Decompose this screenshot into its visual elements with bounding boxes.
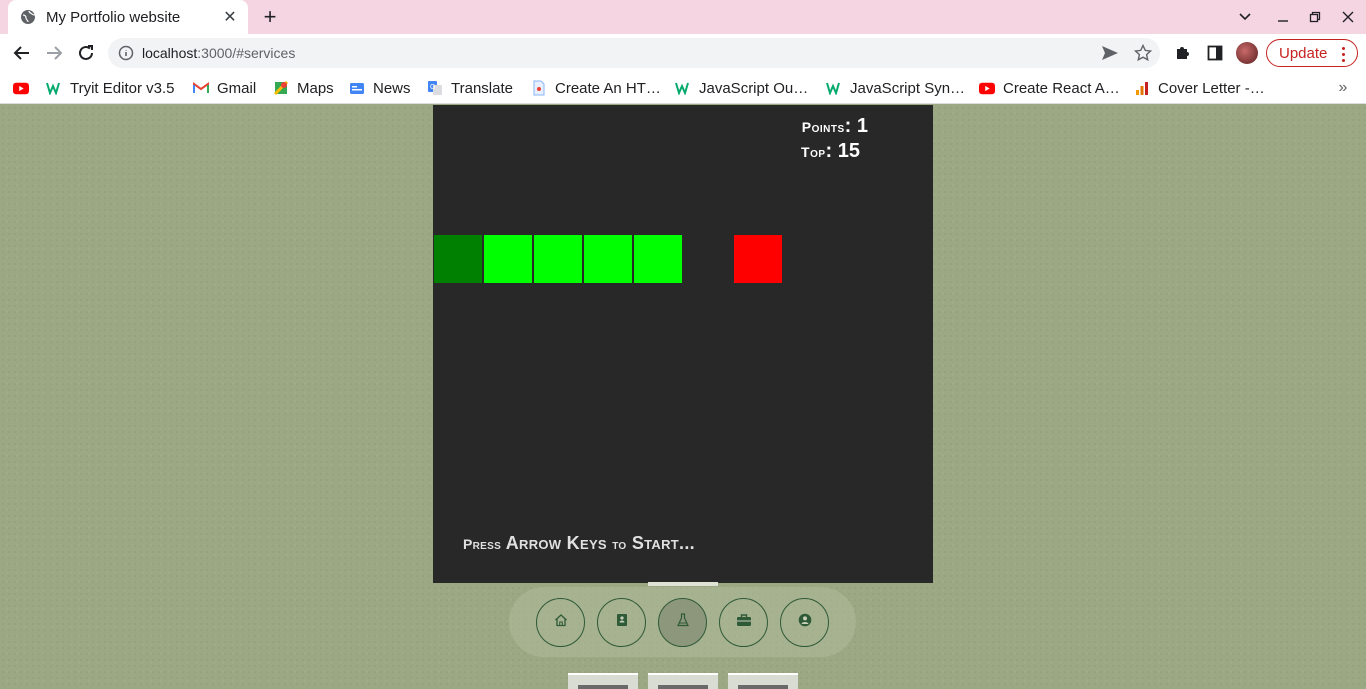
profile-avatar[interactable]	[1236, 42, 1258, 64]
snake-body-segment	[534, 235, 582, 283]
flask-icon	[676, 613, 690, 632]
close-window-button[interactable]	[1332, 0, 1364, 34]
w3schools-icon	[675, 80, 691, 96]
top-score-display: Top: 15	[801, 140, 860, 162]
bookmark-javascript-output[interactable]: JavaScript Ou…	[675, 77, 808, 99]
globe-icon	[20, 9, 36, 25]
bookmark-translate[interactable]: G Translate	[427, 77, 513, 99]
snake-body-segment	[484, 235, 532, 283]
bookmark-label: Create React A…	[1003, 79, 1120, 97]
bookmark-label: JavaScript Ou…	[699, 79, 809, 97]
snake-game-board[interactable]: Points: 1 Top: 15 Press Arrow Keys to St…	[433, 105, 933, 583]
nav-home-button[interactable]	[536, 598, 585, 647]
bookmark-maps[interactable]: Maps	[273, 77, 334, 99]
url-path: :3000/#services	[197, 45, 296, 61]
service-card-stub	[568, 673, 638, 689]
snake-head	[434, 235, 482, 283]
back-button[interactable]	[7, 38, 37, 68]
side-panel-icon[interactable]	[1200, 38, 1230, 68]
bookmark-label: Maps	[297, 79, 334, 97]
points-display: Points: 1	[801, 115, 868, 137]
chevron-down-icon[interactable]	[1229, 0, 1261, 34]
gmail-icon	[193, 80, 209, 96]
service-card-stub	[728, 673, 798, 689]
send-icon[interactable]	[1100, 43, 1120, 63]
youtube-icon	[979, 80, 995, 96]
restore-window-button[interactable]	[1299, 0, 1331, 34]
info-icon[interactable]	[118, 45, 134, 61]
svg-text:G: G	[430, 84, 435, 91]
top-label: Top	[801, 144, 826, 160]
bottom-nav	[509, 587, 856, 657]
nav-services-button[interactable]	[658, 598, 707, 647]
top-value: 15	[837, 140, 860, 162]
active-section-indicator	[648, 582, 718, 586]
bookmark-label: Tryit Editor v3.5	[70, 79, 175, 97]
start-instruction: Press Arrow Keys to Start...	[463, 533, 695, 554]
page-icon	[531, 80, 547, 96]
briefcase-icon	[736, 613, 752, 632]
nav-portfolio-button[interactable]	[719, 598, 768, 647]
star-icon[interactable]	[1133, 43, 1153, 63]
reload-button[interactable]	[71, 38, 101, 68]
w3schools-icon	[826, 80, 842, 96]
bookmark-label: Create An HT…	[555, 79, 661, 97]
news-icon	[349, 80, 365, 96]
press-word: Press	[463, 536, 502, 552]
arrow-keys-word: Arrow Keys	[505, 533, 607, 553]
url-host: localhost	[142, 45, 198, 61]
update-label: Update	[1279, 44, 1328, 62]
forward-button[interactable]	[39, 38, 69, 68]
bookmark-cover-letter[interactable]: Cover Letter -…	[1134, 77, 1265, 99]
snake-body-segment	[584, 235, 632, 283]
browser-tab-strip: My Portfolio website ✕ +	[0, 0, 1366, 34]
update-button[interactable]: Update	[1266, 39, 1358, 67]
browser-toolbar: localhost:3000/#services Update	[0, 34, 1366, 72]
start-word: Start...	[631, 533, 695, 553]
maps-icon	[273, 80, 289, 96]
bookmark-create-react-app[interactable]: Create React A…	[979, 77, 1120, 99]
points-value: 1	[856, 115, 868, 137]
extensions-puzzle-icon[interactable]	[1168, 38, 1198, 68]
youtube-icon	[13, 80, 29, 96]
bookmark-tryit-editor[interactable]: Tryit Editor v3.5	[46, 77, 174, 99]
w3schools-icon	[46, 80, 62, 96]
portfolio-page: Points: 1 Top: 15 Press Arrow Keys to St…	[0, 105, 1366, 689]
close-tab-icon[interactable]: ✕	[222, 9, 238, 26]
service-card-stub	[648, 673, 718, 689]
user-circle-icon	[798, 613, 812, 632]
bookmark-label: News	[373, 79, 411, 97]
to-word: to	[612, 536, 627, 552]
address-bar[interactable]: localhost:3000/#services	[108, 38, 1160, 68]
bookmark-create-html[interactable]: Create An HT…	[531, 77, 661, 99]
snake-body-segment	[634, 235, 682, 283]
food-block	[734, 235, 782, 283]
minimize-window-button[interactable]	[1267, 0, 1299, 34]
bookmarks-bar: Tryit Editor v3.5 Gmail Maps News G Tran…	[0, 72, 1366, 104]
chart-icon	[1134, 80, 1150, 96]
points-label: Points	[801, 119, 845, 135]
browser-tab[interactable]: My Portfolio website ✕	[8, 0, 248, 34]
bookmark-label: Gmail	[217, 79, 257, 97]
bookmark-gmail[interactable]: Gmail	[193, 77, 256, 99]
bookmark-news[interactable]: News	[349, 77, 411, 99]
book-icon	[616, 613, 628, 632]
bookmark-label: JavaScript Syn…	[850, 79, 966, 97]
bookmark-label: Translate	[451, 79, 513, 97]
translate-icon: G	[427, 80, 443, 96]
tab-title: My Portfolio website	[46, 8, 181, 26]
new-tab-button[interactable]: +	[258, 5, 282, 29]
bookmark-label: Cover Letter -…	[1158, 79, 1265, 97]
more-bookmarks-chevron-icon[interactable]: »	[1334, 77, 1352, 99]
url-text: localhost:3000/#services	[142, 45, 295, 61]
bookmark-javascript-syntax[interactable]: JavaScript Syn…	[826, 77, 965, 99]
more-vert-icon	[1342, 45, 1345, 63]
bookmark-youtube[interactable]	[13, 77, 29, 99]
nav-contact-button[interactable]	[780, 598, 829, 647]
nav-about-button[interactable]	[597, 598, 646, 647]
home-icon	[554, 613, 568, 632]
